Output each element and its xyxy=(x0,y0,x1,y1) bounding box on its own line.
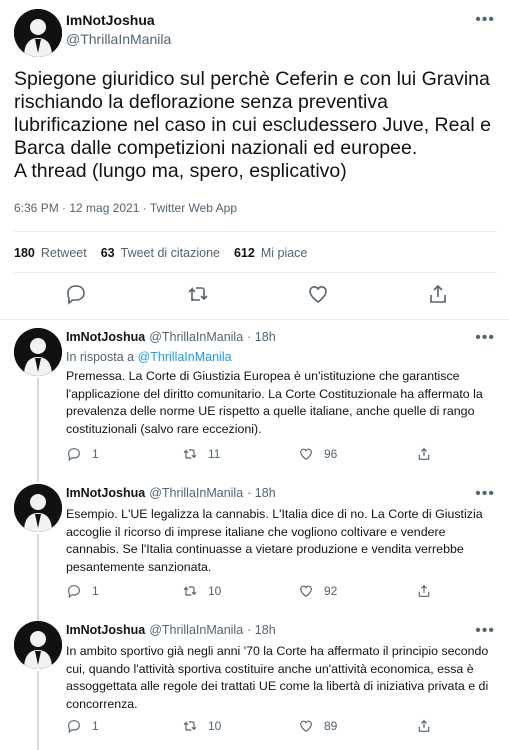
tweet-timestamp[interactable]: 6:36 PM · 12 mag 2021 · Twitter Web App xyxy=(14,201,237,215)
thread-line xyxy=(37,378,39,478)
author-name[interactable]: ImNotJoshua xyxy=(66,12,155,28)
quotes-count: 63 xyxy=(100,246,115,260)
likes-count: 612 xyxy=(233,246,255,260)
reply-count: 1 xyxy=(92,584,99,598)
retweet-button[interactable]: 11 xyxy=(182,446,220,462)
reply-time[interactable]: · 18h xyxy=(247,623,276,637)
share-button[interactable] xyxy=(416,446,442,462)
author-handle[interactable]: @ThrillaInManila xyxy=(66,31,171,47)
retweets-stat[interactable]: 180 Retweet xyxy=(14,246,87,260)
reply-actions: 1 10 92 xyxy=(66,583,486,601)
reply-context: In risposta a @ThrillaInManila xyxy=(66,350,232,364)
share-icon xyxy=(418,719,430,732)
reply-button[interactable]: 1 xyxy=(66,583,99,599)
reply-header: ImNotJoshua @ThrillaInManila · 18h xyxy=(66,486,276,500)
reply-icon xyxy=(68,448,80,462)
reply-to-link[interactable]: @ThrillaInManila xyxy=(138,350,232,364)
retweet-icon xyxy=(183,586,197,596)
more-options-icon[interactable]: ••• xyxy=(475,330,495,346)
reply-button[interactable]: 1 xyxy=(66,446,99,462)
avatar[interactable] xyxy=(14,328,62,376)
divider xyxy=(0,319,509,320)
quotes-label: Tweet di citazione xyxy=(120,246,220,260)
like-button[interactable]: 92 xyxy=(298,583,337,599)
reply-actions: 1 10 89 xyxy=(66,718,486,736)
reply-time[interactable]: · 18h xyxy=(247,486,276,500)
reply-text: Esempio. L'UE legalizza la cannabis. L'I… xyxy=(66,507,483,575)
retweets-label: Retweet xyxy=(40,246,87,260)
avatar-image xyxy=(14,9,62,57)
reply-icon xyxy=(68,585,80,599)
like-button[interactable]: 89 xyxy=(298,718,337,734)
reply-icon xyxy=(68,720,80,734)
retweet-icon[interactable] xyxy=(186,282,210,306)
thread-line xyxy=(37,671,39,750)
retweet-button[interactable]: 10 xyxy=(182,718,221,734)
retweet-count: 10 xyxy=(208,719,222,733)
author-handle[interactable]: @ThrillaInManila xyxy=(149,623,243,637)
like-icon[interactable] xyxy=(306,282,330,306)
reply-count: 1 xyxy=(92,447,99,461)
reply-prefix: In risposta a xyxy=(66,350,135,364)
share-button[interactable] xyxy=(416,583,442,599)
share-button[interactable] xyxy=(416,718,442,734)
share-icon xyxy=(418,447,430,460)
avatar[interactable] xyxy=(14,9,62,57)
tweet-stats: 180 Retweet 63 Tweet di citazione 612 Mi pi… xyxy=(14,246,321,260)
reply-text: Premessa. La Corte di Giustizia Europea … xyxy=(66,369,483,437)
reply-text: In ambito sportivo già negli anni '70 la… xyxy=(66,644,489,712)
thread-line xyxy=(37,534,39,634)
avatar[interactable] xyxy=(14,621,62,669)
thread-line xyxy=(37,609,39,619)
like-button[interactable]: 96 xyxy=(298,446,337,462)
likes-stat[interactable]: 612 Mi piace xyxy=(234,246,307,260)
reply-button[interactable]: 1 xyxy=(66,718,99,734)
reply-header: ImNotJoshua @ThrillaInManila · 18h xyxy=(66,330,276,344)
retweet-button[interactable]: 10 xyxy=(182,583,221,599)
retweets-count: 180 xyxy=(14,246,35,260)
like-count: 92 xyxy=(324,584,338,598)
like-icon xyxy=(300,720,312,733)
like-icon xyxy=(300,585,312,598)
tweet-actions xyxy=(0,282,509,310)
author-name[interactable]: ImNotJoshua xyxy=(66,623,145,637)
reply-icon[interactable] xyxy=(64,282,88,306)
share-icon xyxy=(418,584,430,597)
divider xyxy=(14,272,497,273)
author-handle[interactable]: @ThrillaInManila xyxy=(149,330,243,344)
author-name[interactable]: ImNotJoshua xyxy=(66,486,145,500)
divider xyxy=(14,231,497,232)
more-options-icon[interactable]: ••• xyxy=(475,623,495,639)
like-icon xyxy=(300,448,312,461)
reply-count: 1 xyxy=(92,719,99,733)
share-icon[interactable] xyxy=(426,282,450,306)
like-count: 89 xyxy=(324,719,338,733)
tweet-text: Spiegone giuridico sul perchè Ceferin e … xyxy=(14,68,491,182)
likes-label: Mi piace xyxy=(260,246,308,260)
retweet-count: 10 xyxy=(208,584,222,598)
more-options-icon[interactable]: ••• xyxy=(475,12,495,28)
like-count: 96 xyxy=(324,447,338,461)
more-options-icon[interactable]: ••• xyxy=(475,486,495,502)
retweet-count: 11 xyxy=(208,447,221,461)
author-handle[interactable]: @ThrillaInManila xyxy=(149,486,243,500)
reply-time[interactable]: · 18h xyxy=(247,330,276,344)
quotes-stat[interactable]: 63 Tweet di citazione xyxy=(101,246,220,260)
author-name[interactable]: ImNotJoshua xyxy=(66,330,145,344)
reply-actions: 1 11 96 xyxy=(66,446,486,464)
retweet-icon xyxy=(183,449,197,459)
reply-header: ImNotJoshua @ThrillaInManila · 18h xyxy=(66,623,276,637)
avatar[interactable] xyxy=(14,484,62,532)
thread-line xyxy=(37,472,39,482)
retweet-icon xyxy=(183,721,197,731)
